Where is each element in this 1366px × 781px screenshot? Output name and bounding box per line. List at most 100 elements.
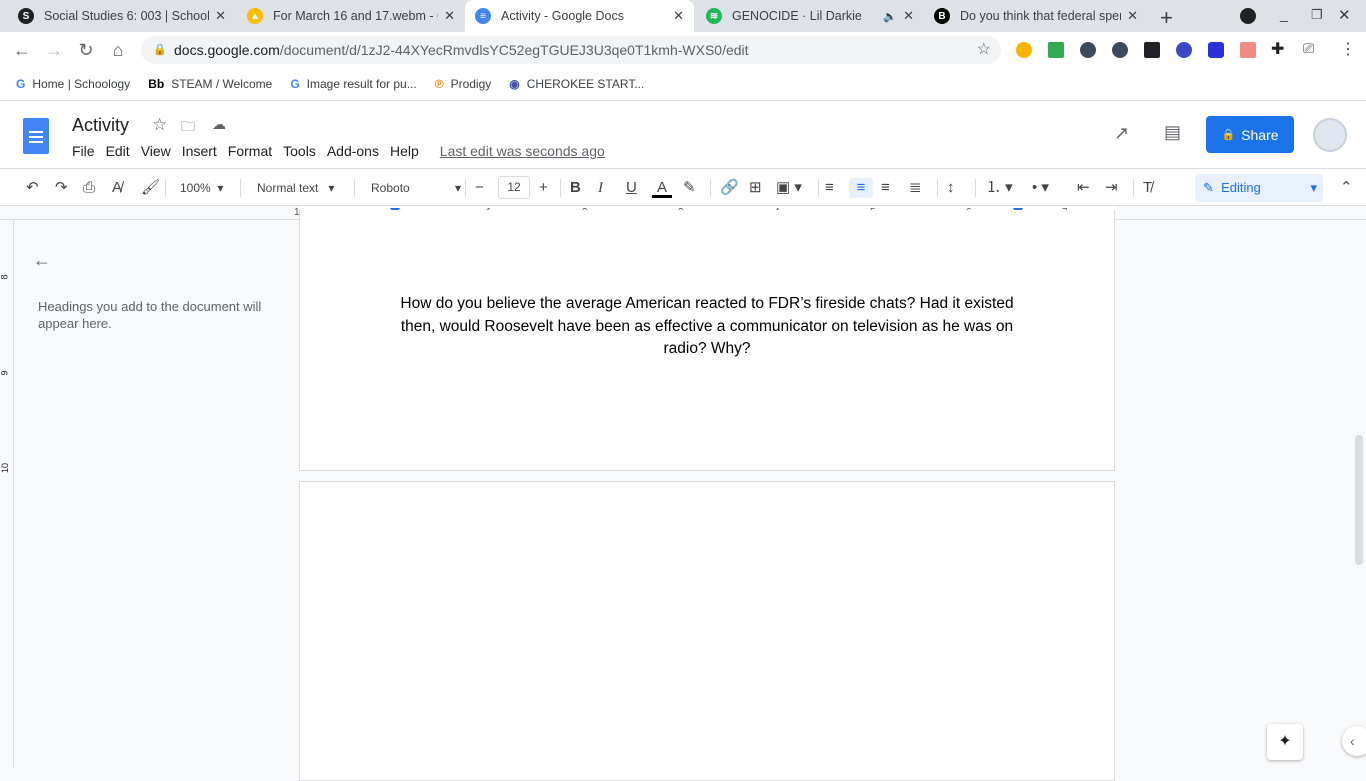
close-tab-icon[interactable]: ✕ [903, 8, 914, 24]
browser-tab[interactable]: ▲ For March 16 and 17.webm - Google Drive… [237, 0, 465, 32]
extensions-puzzle-icon[interactable]: ✚ [1271, 39, 1284, 59]
bold-icon[interactable]: B [570, 178, 581, 198]
align-right-icon[interactable]: ≡ [881, 178, 890, 198]
scrollbar-thumb[interactable] [1355, 435, 1363, 565]
comments-icon[interactable]: ▤ [1164, 122, 1181, 143]
browser-tab[interactable]: B Do you think that federal spending ✕ [924, 0, 1148, 32]
home-button[interactable]: ⌂ [102, 40, 134, 61]
decrease-indent-icon[interactable]: ⇤ [1077, 178, 1090, 198]
menu-view[interactable]: View [141, 143, 171, 159]
extension-icon[interactable] [1112, 42, 1128, 58]
line-spacing-icon[interactable]: ↕ [947, 178, 955, 198]
close-tab-icon[interactable]: ✕ [1127, 8, 1138, 24]
tab-title: GENOCIDE · Lil Darkie [732, 9, 862, 23]
align-left-icon[interactable]: ≡ [825, 178, 834, 198]
close-tab-icon[interactable]: ✕ [215, 8, 226, 24]
document-body-text[interactable]: How do you believe the average American … [395, 293, 1019, 361]
underline-icon[interactable]: U [626, 178, 637, 198]
justify-icon[interactable]: ≣ [909, 178, 922, 198]
star-icon[interactable]: ☆ [152, 115, 167, 135]
menu-add-ons[interactable]: Add-ons [327, 143, 379, 159]
document-page[interactable] [299, 481, 1115, 781]
activity-trend-icon[interactable]: ↗ [1114, 123, 1129, 144]
restore-button[interactable]: ❐ [1311, 7, 1323, 23]
numbered-list-icon[interactable]: ⒈ ▾ [986, 178, 1013, 198]
bulleted-list-icon[interactable]: • ▾ [1032, 178, 1049, 198]
chrome-menu-icon[interactable]: ⋮ [1340, 39, 1356, 59]
document-title[interactable]: Activity [72, 115, 129, 136]
extension-icon[interactable] [1208, 42, 1224, 58]
share-button[interactable]: 🔒 Share [1206, 116, 1294, 153]
increase-indent-icon[interactable]: ⇥ [1105, 178, 1118, 198]
paint-format-icon[interactable]: 🖌 [141, 178, 160, 198]
back-button[interactable]: ← [6, 40, 38, 61]
decrease-font-size-button[interactable]: − [475, 178, 484, 198]
minimize-button[interactable]: _ [1280, 6, 1288, 22]
lock-icon: 🔒 [1221, 129, 1236, 141]
increase-font-size-button[interactable]: + [539, 178, 548, 198]
bookmark-item[interactable]: ℗ Prodigy [435, 77, 492, 91]
side-panel-toggle[interactable]: ‹ [1342, 726, 1366, 756]
menu-tools[interactable]: Tools [283, 143, 316, 159]
close-tab-icon[interactable]: ✕ [673, 8, 684, 24]
menu-format[interactable]: Format [228, 143, 272, 159]
explore-button[interactable]: ✦ [1267, 724, 1303, 760]
font-select[interactable]: Roboto ▾ [371, 178, 461, 198]
redo-icon[interactable]: ↷ [55, 178, 68, 198]
zoom-select[interactable]: 100% ▾ [180, 178, 223, 198]
browser-tab[interactable]: S Social Studies 6: 003 | Schoology ✕ [8, 0, 236, 32]
bookmark-item[interactable]: G Image result for pu... [290, 77, 416, 91]
italic-icon[interactable]: I [598, 178, 603, 198]
vruler-label: 9 [0, 370, 10, 376]
close-tab-icon[interactable]: ✕ [444, 8, 455, 24]
extension-icon[interactable] [1048, 42, 1064, 58]
menu-insert[interactable]: Insert [182, 143, 217, 159]
vruler-label: 8 [0, 274, 10, 280]
add-comment-icon[interactable]: ⊞ [749, 178, 762, 198]
browser-tab[interactable]: ≋ GENOCIDE · Lil Darkie 🔈 ✕ [696, 0, 924, 32]
menu-file[interactable]: File [72, 143, 95, 159]
extension-icon[interactable] [1016, 42, 1032, 58]
link-icon[interactable]: 🔗 [720, 178, 739, 198]
last-edit-link[interactable]: Last edit was seconds ago [440, 143, 605, 159]
spellcheck-icon[interactable]: A̸ [112, 178, 122, 198]
bookmark-item[interactable]: Bb STEAM / Welcome [148, 77, 272, 91]
highlight-icon[interactable]: ✎ [683, 178, 696, 198]
forward-button[interactable]: → [38, 40, 70, 61]
close-window-button[interactable]: ✕ [1338, 6, 1351, 24]
close-outline-arrow-icon[interactable]: ← [33, 250, 51, 271]
brainly-icon: B [934, 8, 950, 24]
menu-help[interactable]: Help [390, 143, 419, 159]
undo-icon[interactable]: ↶ [26, 178, 39, 198]
clear-formatting-icon[interactable]: T̸ [1143, 178, 1152, 198]
editing-mode-select[interactable]: ✎ Editing ▾ [1195, 174, 1323, 202]
cast-icon[interactable]: ⎚ [1303, 40, 1314, 57]
profile-menu-icon[interactable] [1240, 8, 1256, 24]
url-input[interactable]: 🔒 docs.google.com/document/d/1zJ2-44XYec… [141, 36, 1001, 64]
avatar[interactable] [1313, 118, 1347, 152]
insert-image-icon[interactable]: ▣ ▾ [776, 178, 802, 198]
reload-button[interactable]: ↻ [70, 40, 102, 61]
lock-icon: 🔒 [153, 44, 167, 56]
extension-icon[interactable] [1240, 42, 1256, 58]
move-folder-icon[interactable]: 🗀 [181, 116, 195, 140]
menu-edit[interactable]: Edit [106, 143, 130, 159]
bookmark-favicon-icon: Bb [148, 77, 165, 91]
extension-icon[interactable] [1144, 42, 1160, 58]
new-tab-button[interactable]: + [1160, 5, 1173, 31]
docs-logo-icon[interactable] [23, 118, 49, 154]
bookmark-item[interactable]: G Home | Schoology [16, 77, 130, 91]
extension-icon[interactable] [1176, 42, 1192, 58]
bookmark-star-icon[interactable]: ☆ [977, 36, 991, 64]
collapse-menus-icon[interactable]: ⌃ [1340, 178, 1353, 198]
style-select[interactable]: Normal text ▾ [257, 178, 334, 198]
extension-icon[interactable] [1080, 42, 1096, 58]
browser-tab[interactable]: ≡ Activity - Google Docs ✕ [465, 0, 694, 32]
font-size-input[interactable]: 12 [498, 176, 530, 199]
url-host: docs.google.com [174, 42, 280, 58]
text-color-icon[interactable]: A [652, 178, 672, 198]
print-icon[interactable]: ⎙ [83, 178, 95, 198]
audio-playing-icon[interactable]: 🔈 [883, 10, 897, 23]
bookmark-item[interactable]: ◉ CHEROKEE START... [509, 77, 644, 91]
align-center-icon[interactable]: ≡ [849, 178, 873, 198]
